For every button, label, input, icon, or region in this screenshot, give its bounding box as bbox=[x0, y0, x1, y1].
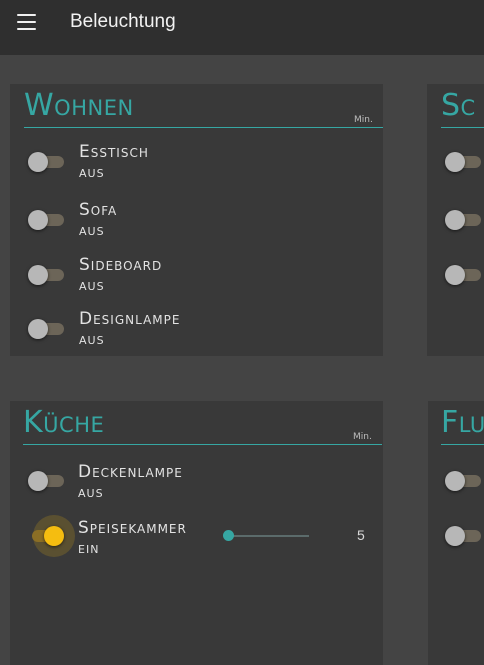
min-label: Min. bbox=[354, 115, 373, 125]
list-item-designlampe: Designlampe aus bbox=[10, 309, 383, 353]
card-title-divider bbox=[441, 127, 484, 128]
toggle-thumb bbox=[445, 526, 465, 546]
light-name: Esstisch bbox=[79, 142, 149, 162]
toggle-switch-designlampe[interactable] bbox=[28, 317, 64, 341]
toggle-thumb bbox=[445, 265, 465, 285]
dimmer-value: 5 bbox=[357, 527, 365, 543]
hamburger-menu-icon[interactable] bbox=[17, 14, 36, 30]
min-label: Min. bbox=[353, 432, 372, 442]
card-title: Flu bbox=[441, 405, 484, 440]
toggle-switch[interactable] bbox=[445, 524, 481, 548]
app-title: Beleuchtung bbox=[70, 11, 176, 32]
card-title: Küche bbox=[23, 405, 105, 440]
light-name: Sofa bbox=[79, 200, 118, 220]
card-kueche: Küche Min. Deckenlampe aus Speisekammer … bbox=[10, 401, 383, 665]
toggle-thumb bbox=[44, 526, 64, 546]
list-item-speisekammer: Speisekammer ein 5 bbox=[10, 515, 383, 559]
toggle-switch-sideboard[interactable] bbox=[28, 263, 64, 287]
card-partial-right-top: Sc bbox=[427, 84, 484, 356]
light-state: aus bbox=[79, 163, 105, 181]
card-partial-right-bottom: Flu bbox=[428, 401, 484, 665]
list-item-deckenlampe: Deckenlampe aus bbox=[10, 460, 383, 504]
dimmer-slider-track[interactable] bbox=[229, 535, 309, 537]
card-title: Sc bbox=[441, 88, 476, 123]
list-item-sideboard: Sideboard aus bbox=[10, 255, 383, 299]
card-title: Wohnen bbox=[24, 88, 134, 123]
toggle-switch-sofa[interactable] bbox=[28, 208, 64, 232]
toggle-switch-deckenlampe[interactable] bbox=[28, 469, 64, 493]
light-name: Designlampe bbox=[79, 309, 181, 329]
toggle-thumb bbox=[28, 210, 48, 230]
card-title-divider bbox=[441, 444, 484, 445]
toggle-switch[interactable] bbox=[445, 263, 481, 287]
toggle-thumb bbox=[28, 265, 48, 285]
list-item-esstisch: Esstisch aus bbox=[10, 142, 383, 186]
dimmer-slider-thumb[interactable] bbox=[223, 530, 234, 541]
toggle-switch[interactable] bbox=[445, 208, 481, 232]
light-state: ein bbox=[78, 539, 100, 557]
toggle-thumb bbox=[445, 210, 465, 230]
light-name: Sideboard bbox=[79, 255, 163, 275]
toggle-thumb bbox=[445, 152, 465, 172]
toggle-switch[interactable] bbox=[445, 469, 481, 493]
toggle-thumb bbox=[28, 152, 48, 172]
list-item-sofa: Sofa aus bbox=[10, 200, 383, 244]
app-bar: Beleuchtung bbox=[0, 0, 484, 55]
card-title-divider bbox=[23, 444, 382, 445]
toggle-switch-esstisch[interactable] bbox=[28, 150, 64, 174]
light-name: Deckenlampe bbox=[78, 462, 183, 482]
light-state: aus bbox=[79, 221, 105, 239]
light-name: Speisekammer bbox=[78, 518, 187, 538]
toggle-thumb bbox=[28, 471, 48, 491]
card-title-divider bbox=[24, 127, 383, 128]
light-state: aus bbox=[79, 276, 105, 294]
card-wohnen: Wohnen Min. Esstisch aus Sofa aus Sidebo… bbox=[10, 84, 383, 356]
toggle-thumb bbox=[28, 319, 48, 339]
toggle-switch-speisekammer[interactable] bbox=[28, 515, 75, 557]
light-state: aus bbox=[78, 483, 104, 501]
light-state: aus bbox=[79, 330, 105, 348]
toggle-switch[interactable] bbox=[445, 150, 481, 174]
toggle-thumb bbox=[445, 471, 465, 491]
